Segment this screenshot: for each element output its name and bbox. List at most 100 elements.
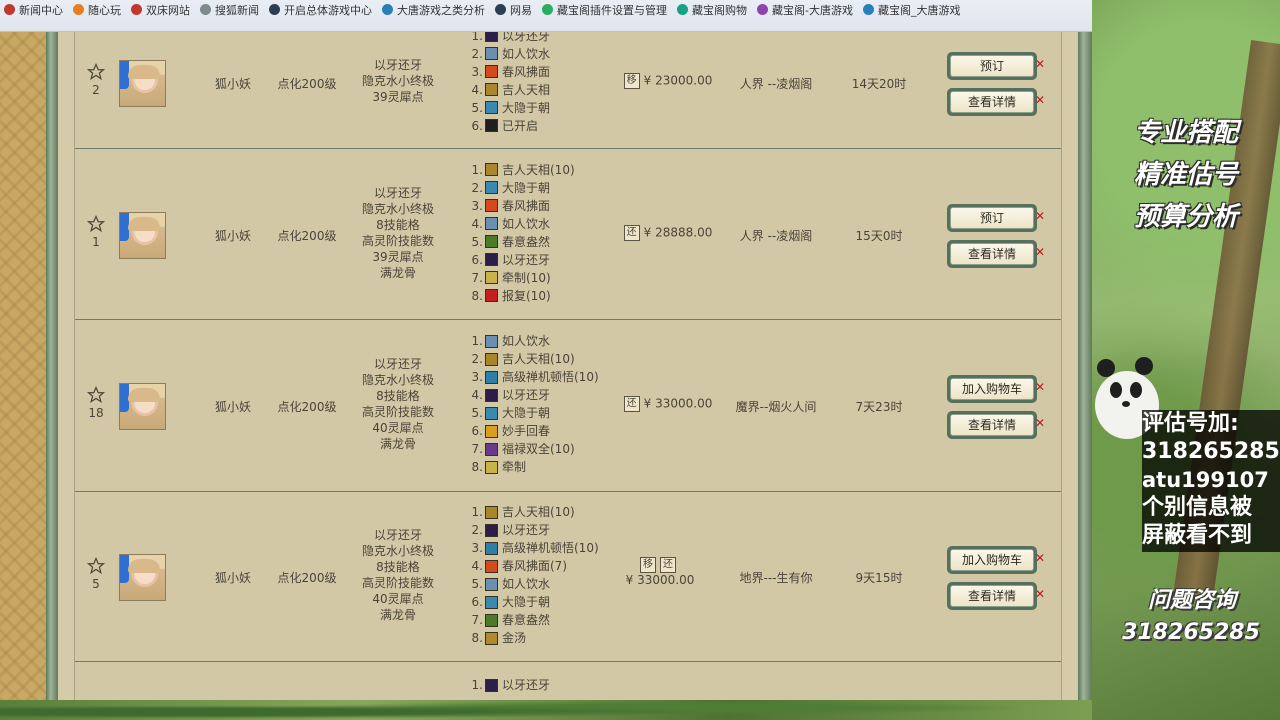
prop-line: 40灵犀点 [372,592,424,606]
add-to-cart-button[interactable]: 加入购物车 ✕ [947,375,1045,403]
price-tags: 移还 [640,557,680,573]
avatar-hair [128,216,160,231]
bookmark-link[interactable]: 网易 [491,1,538,19]
bookmark-link[interactable]: 藏宝阁购物 [673,1,753,19]
skill-index: 4. [471,559,483,573]
price-value: ¥ 28888.00 [643,225,713,239]
star-icon[interactable] [85,62,107,81]
bookmark-link[interactable]: 开启总体游戏中心 [265,1,378,19]
skill-index: 2. [471,46,483,61]
skill-item: 8. 金汤 [469,629,619,647]
bookmark-link[interactable]: 双床网站 [127,1,196,19]
reserve-button[interactable]: 预订 ✕ [947,51,1045,80]
skill-item: 7. 春意盎然 [469,611,619,629]
skill-icon [485,163,498,176]
trade-tag-icon: 还 [660,557,676,573]
view-details-button[interactable]: 查看详情 ✕ [947,87,1045,116]
skill-icon [485,83,498,96]
bookmark-favicon-icon [382,4,393,15]
prop-line: 39灵犀点 [372,89,424,104]
skill-icon [485,199,498,212]
close-icon[interactable]: ✕ [1035,210,1045,222]
skill-name: 如人饮水 [502,334,551,348]
bookmark-link[interactable]: 大唐游戏之类分析 [378,1,491,19]
favorite-star[interactable]: 1 [85,214,107,249]
bookmark-link[interactable]: 藏宝阁-大唐游戏 [753,1,859,19]
bookmark-link[interactable]: 藏宝阁_大唐游戏 [859,1,967,19]
star-icon[interactable] [85,214,107,233]
skill-item: 7. 福禄双全(10) [469,440,619,458]
close-icon[interactable]: ✕ [1035,58,1045,70]
close-icon[interactable]: ✕ [1035,417,1045,429]
favorite-star[interactable]: 2 [85,62,107,97]
bookmark-favicon-icon [269,4,280,15]
view-details-button[interactable]: 查看详情 ✕ [947,411,1045,439]
skill-icon [485,595,498,609]
skill-item: 4. 春风拂面(7) [469,557,619,575]
trade-tag-icon: 移 [623,72,640,89]
skill-item: 3. 春风拂面 [469,63,619,81]
favorite-star[interactable]: 18 [85,386,107,420]
skill-name: 吉人天相 [502,82,551,97]
price-cell: 移还 ¥ 33000.00 [605,557,715,587]
skill-index: 1. [471,162,483,177]
skill-item: 1. 以牙还牙 [469,676,619,694]
bookmark-link[interactable]: 搜狐新闻 [196,1,265,19]
skill-name: 春风拂面(7) [502,559,567,573]
bookmark-label: 藏宝阁插件设置与管理 [557,3,667,17]
star-icon[interactable] [85,386,107,404]
contact-line: 评估号加: [1142,411,1239,436]
skill-index: 2. [471,180,483,195]
close-icon[interactable]: ✕ [1035,246,1045,258]
pet-avatar[interactable] [119,383,166,430]
reserve-button[interactable]: 预订 ✕ [947,203,1045,232]
skill-list: 1. 吉人天相(10) 2. 以牙还牙 3. 高级禅机顿悟(10) 4. 春风拂面(7) 5. 如… [469,503,619,647]
skill-name: 大隐于朝 [502,406,551,420]
add-to-cart-button[interactable]: 加入购物车 ✕ [947,546,1045,574]
close-icon[interactable]: ✕ [1035,381,1045,393]
close-icon[interactable]: ✕ [1035,552,1045,564]
pet-avatar[interactable] [119,59,166,107]
favorite-count: 18 [88,406,104,420]
prop-line: 高灵阶技能数 [361,405,434,419]
skill-icon [485,271,498,284]
skill-index: 3. [471,370,483,384]
view-details-button[interactable]: 查看详情 ✕ [947,239,1045,268]
promo-slogan-2: 精准估号 [1133,160,1238,190]
button-label: 加入购物车 [950,378,1034,400]
button-label: 查看详情 [950,90,1034,113]
button-label: 预订 [950,206,1034,229]
bookmark-link[interactable]: 藏宝阁插件设置与管理 [538,1,673,19]
price-cell: 还 ¥ 33000.00 [613,396,723,412]
favorite-star[interactable]: 5 [85,557,107,591]
close-icon[interactable]: ✕ [1035,588,1045,600]
contact-line: 屏蔽看不到 [1142,523,1253,548]
skill-name: 高级禅机顿悟(10) [502,541,599,555]
bookmark-link[interactable]: 随心玩 [69,1,127,19]
skill-icon [485,613,498,627]
skill-index: 1. [471,32,483,43]
view-details-button[interactable]: 查看详情 ✕ [947,582,1045,610]
skill-index: 8. [471,631,483,645]
skill-name: 如人饮水 [502,46,551,61]
avatar-hair [128,64,160,79]
skill-name: 福禄双全(10) [502,442,575,456]
skill-item: 1. 吉人天相(10) [469,503,619,521]
prop-line: 高灵阶技能数 [361,576,434,590]
skill-icon [485,442,498,456]
contact-line: 个别信息被 [1142,495,1253,520]
pet-avatar[interactable] [119,554,166,601]
prop-line: 39灵犀点 [372,249,424,264]
star-icon[interactable] [85,557,107,575]
pet-avatar[interactable] [119,211,166,259]
right-frame-border [1078,32,1092,700]
prop-line: 以牙还牙 [373,57,422,72]
skill-icon [485,460,498,474]
promo-slogan-3: 预算分析 [1133,202,1238,232]
price-cell: 还 ¥ 28888.00 [613,224,723,241]
close-icon[interactable]: ✕ [1035,94,1045,106]
skill-item: 6. 大隐于朝 [469,593,619,611]
skill-item: 2. 以牙还牙 [469,521,619,539]
prop-line: 隐克水小终极 [361,201,434,216]
bookmark-link[interactable]: 新闻中心 [0,1,69,19]
